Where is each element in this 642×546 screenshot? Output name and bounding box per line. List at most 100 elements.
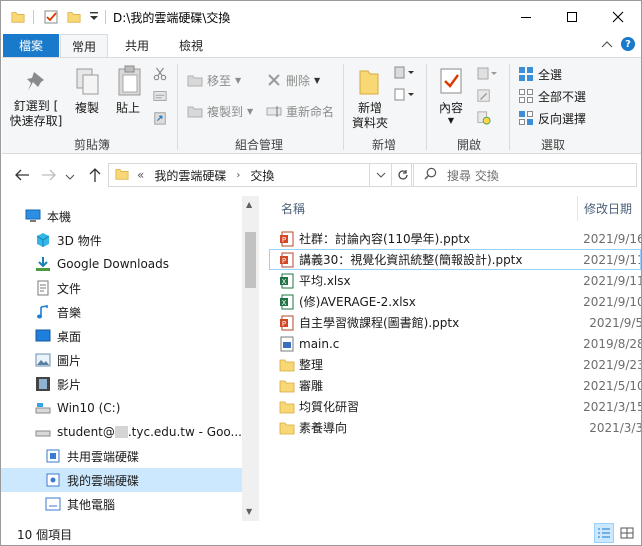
folder-row[interactable]: 整理 2021/9/23 — [269, 354, 641, 375]
new-folder-label-line1: 新增 — [357, 101, 382, 115]
network-drive-icon — [35, 424, 51, 440]
file-name: (修)AVERAGE-2.xlsx — [299, 295, 416, 309]
move-to-label: 移至 — [207, 73, 232, 88]
c-file-icon — [279, 336, 295, 352]
folder-name: 審雕 — [299, 379, 324, 393]
folder-row[interactable]: 均質化研習 2021/3/15 — [269, 396, 641, 417]
properties-icon[interactable] — [43, 9, 59, 28]
select-all-button[interactable]: 全選 — [518, 64, 562, 84]
history-icon[interactable] — [477, 111, 491, 128]
dropdown-arrow-icon: ▼ — [314, 75, 321, 85]
column-header-name[interactable]: 名稱 — [281, 196, 305, 221]
up-arrow-icon[interactable] — [88, 167, 102, 186]
close-button[interactable] — [595, 1, 641, 32]
breadcrumb-separator-icon[interactable]: › — [236, 170, 240, 181]
tab-home[interactable]: 常用 — [60, 34, 108, 58]
search-box[interactable]: 搜尋 交換 — [411, 163, 637, 187]
nav-item-music[interactable]: 音樂 — [1, 300, 242, 324]
new-folder-icon[interactable] — [67, 10, 81, 27]
nav-item-this-pc[interactable]: 本機 — [1, 204, 242, 228]
scroll-up-icon[interactable]: ▲ — [246, 200, 252, 209]
minimize-button[interactable] — [503, 1, 549, 32]
copy-button[interactable]: 複製 — [72, 101, 102, 116]
new-item-icon[interactable] — [394, 66, 416, 83]
explorer-window: D:\我的雲端硬碟\交換 檔案 常用 共用 檢視 ? 釘選到 [ 快速存取] 複… — [0, 0, 642, 546]
minimize-ribbon-icon[interactable] — [601, 39, 613, 53]
folder-row[interactable]: 素養導向 2021/3/3 — [269, 417, 641, 438]
folder-row[interactable]: 審雕 2021/5/10 — [269, 375, 641, 396]
nav-item-3d-objects[interactable]: 3D 物件 — [1, 228, 242, 252]
nav-item-label: 音樂 — [57, 305, 82, 320]
copy-icon — [75, 67, 101, 100]
rename-label: 重新命名 — [286, 104, 335, 119]
easy-access-icon[interactable] — [394, 88, 416, 105]
pin-quick-access-button[interactable]: 釘選到 [ 快速存取] — [6, 99, 66, 129]
dropdown-arrow-icon: ▼ — [235, 75, 242, 85]
large-icons-view-icon[interactable] — [617, 523, 637, 543]
nav-item-label-suffix: .tyc.edu.tw - Goo... — [127, 425, 242, 439]
breadcrumb-item[interactable]: 交換 — [250, 167, 274, 184]
column-header-date[interactable]: 修改日期 — [584, 196, 632, 221]
delete-button[interactable]: 刪除 ▼ — [266, 70, 320, 90]
nav-item-google-downloads[interactable]: Google Downloads — [1, 252, 242, 276]
breadcrumb-item[interactable]: 我的雲端硬碟 — [154, 167, 226, 184]
folder-icon — [279, 357, 295, 373]
pin-label-line1: 釘選到 [ — [13, 99, 59, 113]
nav-item-label-prefix: student@ — [57, 425, 115, 439]
paste-button[interactable]: 貼上 — [113, 101, 143, 116]
details-view-icon[interactable] — [594, 523, 614, 543]
file-date: 2021/9/10 — [583, 294, 641, 309]
select-none-icon — [518, 88, 534, 104]
invert-selection-button[interactable]: 反向選擇 — [518, 108, 586, 128]
customize-quick-access-icon[interactable] — [89, 11, 99, 26]
tab-file[interactable]: 檔案 — [3, 34, 59, 57]
paste-shortcut-icon[interactable] — [153, 111, 167, 128]
nav-scrollbar[interactable]: ▲ ▼ — [242, 196, 259, 521]
move-to-button[interactable]: 移至 ▼ — [187, 70, 241, 90]
ribbon: 釘選到 [ 快速存取] 複製 貼上 剪貼簿 移至 ▼ 複製到 ▼ 刪除 ▼ 重新… — [2, 57, 641, 154]
scroll-down-icon[interactable]: ▼ — [246, 507, 252, 516]
divider[interactable] — [577, 196, 578, 221]
item-count: 10 個項目 — [17, 528, 73, 542]
properties-button[interactable]: 內容 ▼ — [434, 101, 468, 126]
file-row[interactable]: P 社群：討論內容(110學年).pptx 2021/9/16 — [269, 228, 641, 249]
open-icon[interactable] — [477, 67, 499, 84]
nav-item-documents[interactable]: 文件 — [1, 276, 242, 300]
nav-item-desktop[interactable]: 桌面 — [1, 324, 242, 348]
scrollbar-thumb[interactable] — [245, 232, 256, 288]
file-row[interactable]: X 平均.xlsx 2021/9/11 — [269, 270, 641, 291]
nav-item-pictures[interactable]: 圖片 — [1, 348, 242, 372]
new-folder-button[interactable]: 新增 資料夾 — [347, 101, 393, 131]
copy-path-icon[interactable] — [153, 89, 167, 106]
file-row[interactable]: main.c 2019/8/28 — [269, 333, 641, 354]
cut-icon[interactable] — [153, 67, 167, 84]
file-row[interactable]: P 自主學習微課程(圖書館).pptx 2021/9/5 — [269, 312, 641, 333]
nav-item-videos[interactable]: 影片 — [1, 372, 242, 396]
pictures-icon — [35, 352, 51, 368]
nav-item-google-drive[interactable]: student@ .tyc.edu.tw - Goo... — [1, 420, 242, 444]
rename-icon — [266, 103, 282, 119]
folder-name: 均質化研習 — [299, 400, 360, 414]
help-icon[interactable]: ? — [621, 37, 635, 51]
file-row[interactable]: P 講義30：視覺化資訊統整(簡報設計).pptx 2021/9/11 — [269, 249, 641, 270]
forward-arrow-icon[interactable] — [41, 168, 57, 185]
nav-item-drive-c[interactable]: Win10 (C:) — [1, 396, 242, 420]
nav-item-my-drive[interactable]: 我的雲端硬碟 — [1, 468, 242, 492]
edit-icon[interactable] — [477, 89, 491, 106]
nav-item-other-computers[interactable]: 其他電腦 — [1, 492, 242, 516]
maximize-button[interactable] — [549, 1, 595, 32]
tab-view[interactable]: 檢視 — [167, 34, 215, 57]
nav-item-shared-drives[interactable]: 共用雲端硬碟 — [1, 444, 242, 468]
address-dropdown-button[interactable] — [370, 163, 392, 187]
breadcrumb-overflow[interactable]: « — [137, 168, 144, 182]
rename-button[interactable]: 重新命名 — [266, 101, 334, 121]
my-drive-icon — [45, 472, 61, 488]
back-arrow-icon[interactable] — [14, 168, 30, 185]
copy-to-button[interactable]: 複製到 ▼ — [187, 101, 253, 121]
recent-locations-icon[interactable] — [65, 170, 75, 184]
tab-share[interactable]: 共用 — [113, 34, 161, 57]
address-bar[interactable]: « 我的雲端硬碟 › 交換 — [108, 163, 370, 187]
select-none-button[interactable]: 全部不選 — [518, 86, 586, 106]
file-row[interactable]: X (修)AVERAGE-2.xlsx 2021/9/10 — [269, 291, 641, 312]
paste-icon — [117, 65, 143, 100]
